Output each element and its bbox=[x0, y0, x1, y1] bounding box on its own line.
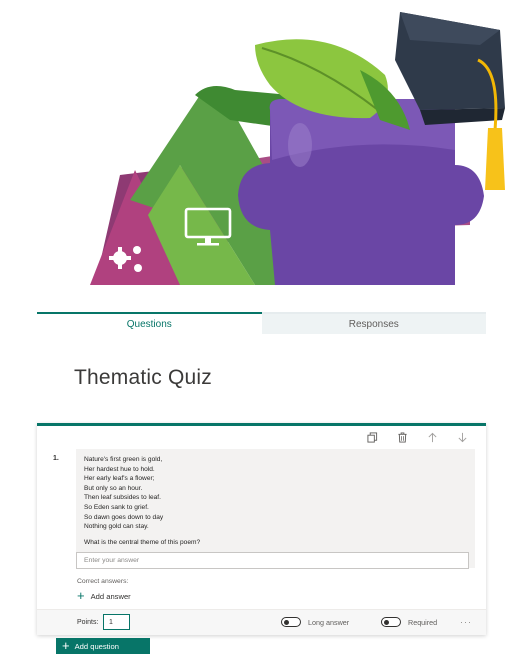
required-toggle[interactable]: Required bbox=[381, 617, 437, 627]
answer-input[interactable] bbox=[76, 552, 469, 569]
plus-icon: + bbox=[77, 588, 85, 603]
question-number: 1. bbox=[53, 455, 59, 462]
toggle-switch[interactable] bbox=[281, 617, 301, 627]
poem-line: Her early leaf's a flower; bbox=[84, 475, 155, 483]
poem-line: So dawn goes down to day bbox=[84, 513, 164, 521]
hero-illustration bbox=[0, 0, 529, 290]
question-text-box[interactable]: Nature's first green is gold, Her hardes… bbox=[76, 449, 475, 568]
poem-line: Nature's first green is gold, bbox=[84, 456, 163, 463]
question-toolbar bbox=[366, 431, 468, 443]
tab-responses[interactable]: Responses bbox=[261, 312, 486, 334]
question-card[interactable]: 1. Nature's first green is gold, Her har… bbox=[37, 423, 486, 635]
poem-line: Nothing gold can stay. bbox=[84, 523, 149, 531]
move-up-icon[interactable] bbox=[426, 431, 438, 443]
question-prompt: What is the central theme of this poem? bbox=[84, 538, 201, 546]
add-question-label: Add question bbox=[74, 641, 119, 651]
plus-icon: + bbox=[62, 638, 70, 653]
poem-line: But only so an hour. bbox=[84, 484, 143, 492]
add-question-button[interactable]: + Add question bbox=[56, 638, 150, 654]
more-options-icon[interactable]: ··· bbox=[460, 617, 472, 627]
add-answer-label: Add answer bbox=[90, 591, 131, 601]
move-down-icon[interactable] bbox=[456, 431, 468, 443]
long-answer-toggle[interactable]: Long answer bbox=[281, 617, 349, 627]
points-input[interactable] bbox=[103, 614, 130, 630]
copy-icon[interactable] bbox=[366, 431, 378, 443]
poem-line: So Eden sank to grief. bbox=[84, 503, 149, 511]
toggle-switch[interactable] bbox=[381, 617, 401, 627]
poem-line: Then leaf subsides to leaf. bbox=[84, 494, 161, 502]
tab-questions[interactable]: Questions bbox=[37, 312, 262, 334]
delete-icon[interactable] bbox=[396, 431, 408, 443]
question-footer: Points: Long answer Required ··· bbox=[37, 609, 486, 635]
tab-bar: Questions Responses bbox=[37, 312, 486, 334]
correct-answers-label: Correct answers: bbox=[77, 578, 129, 585]
long-answer-label: Long answer bbox=[308, 617, 350, 627]
required-label: Required bbox=[408, 617, 438, 627]
quiz-title[interactable]: Thematic Quiz bbox=[74, 366, 212, 390]
points-label: Points: bbox=[77, 619, 99, 626]
poem-line: Her hardest hue to hold. bbox=[84, 465, 155, 473]
add-answer-button[interactable]: + Add answer bbox=[77, 588, 131, 603]
